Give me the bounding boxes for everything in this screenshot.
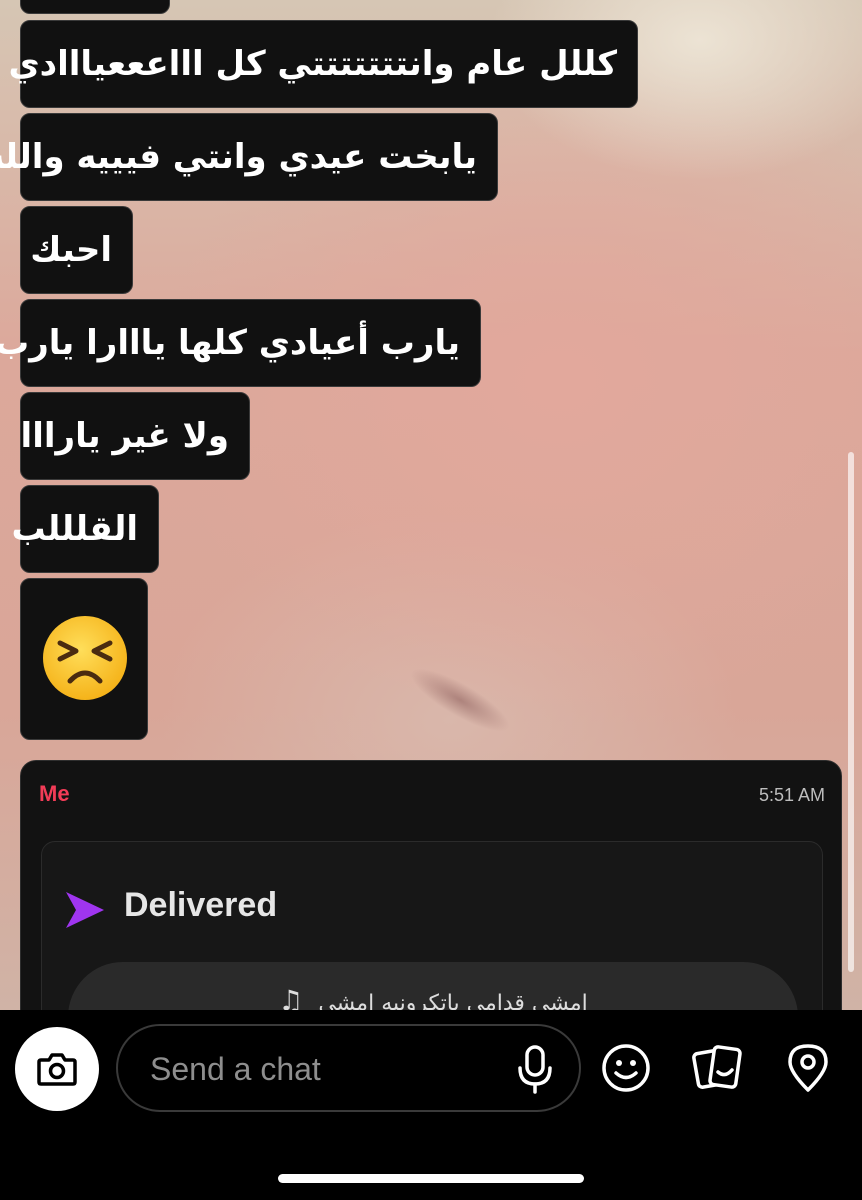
message-bubble[interactable]: يابخت عيدي وانتي فيييه والله xyxy=(0,113,498,201)
emoji-message-bubble[interactable] xyxy=(20,578,148,740)
message-text: يابخت عيدي وانتي فيييه والله xyxy=(0,137,477,177)
scrollbar[interactable] xyxy=(848,452,854,972)
message-text: احبك xyxy=(30,230,112,270)
chat-input-field[interactable] xyxy=(116,1024,581,1112)
message-bubble-cut xyxy=(20,0,170,14)
delivery-status: Delivered xyxy=(124,886,278,924)
chat-text-input[interactable] xyxy=(148,1044,512,1094)
message-text: كللل عام وانتتتتتتتي كل اااعععيااادي xyxy=(8,44,618,84)
send-arrow-icon xyxy=(66,892,104,928)
location-icon[interactable] xyxy=(782,1042,834,1094)
message-bubble[interactable]: ولا غير يارااا xyxy=(20,392,250,480)
message-text: ولا غير يارااا xyxy=(20,416,229,456)
message-text: القلللب xyxy=(11,509,138,549)
persevering-face-emoji-icon xyxy=(43,616,127,700)
stickers-icon[interactable] xyxy=(692,1042,744,1094)
message-bubble[interactable]: احبك xyxy=(20,206,133,294)
sender-name: Me xyxy=(39,781,70,806)
home-indicator[interactable] xyxy=(278,1174,584,1183)
camera-icon xyxy=(37,1053,77,1086)
emoji-icon[interactable] xyxy=(600,1042,652,1094)
message-timestamp: 5:51 AM xyxy=(758,785,825,805)
chat-composer-bar xyxy=(0,1010,862,1200)
message-bubble[interactable]: القلللب xyxy=(11,485,159,573)
message-text: يارب أعيادي كلها يااارا يارب xyxy=(0,323,460,363)
message-bubble[interactable]: كللل عام وانتتتتتتتي كل اااعععيااادي xyxy=(9,20,638,108)
message-bubble[interactable]: يارب أعيادي كلها يااارا يارب xyxy=(0,299,481,387)
camera-button[interactable] xyxy=(15,1027,99,1111)
microphone-icon[interactable] xyxy=(513,1044,557,1094)
